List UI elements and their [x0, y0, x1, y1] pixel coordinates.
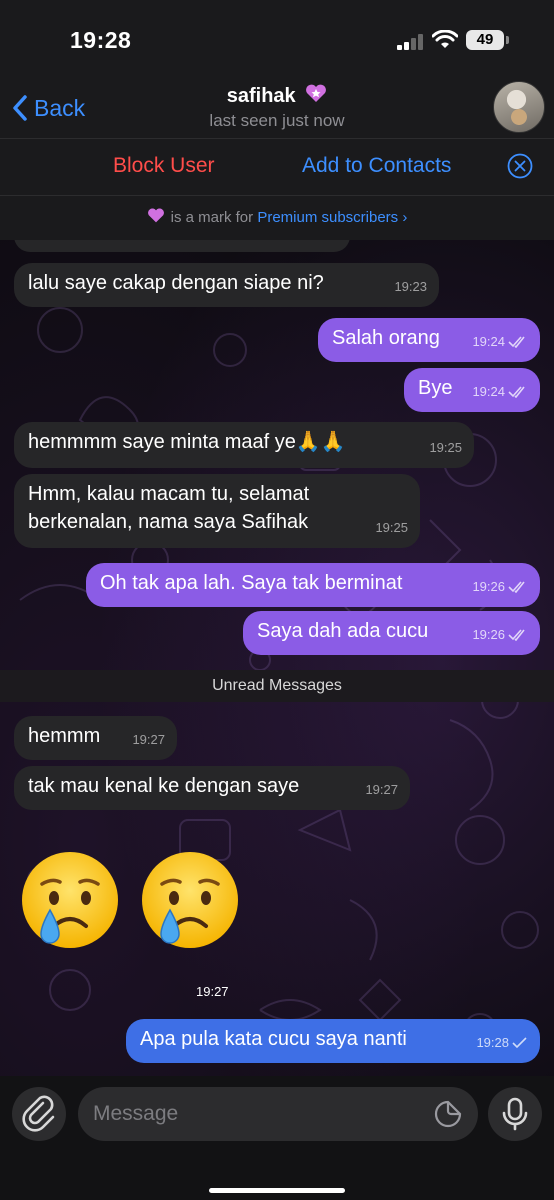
message-bubble-outgoing[interactable]: Oh tak apa lah. Saya tak berminat 19:26: [86, 563, 540, 607]
home-indicator: [209, 1188, 345, 1193]
message-text: Hmm, kalau macam tu, selamat: [28, 483, 310, 505]
message-text: hemmmm saye minta maaf ye🙏🙏: [28, 431, 346, 453]
premium-subscribers-link[interactable]: Premium subscribers: [257, 209, 398, 226]
message-bubble-incoming[interactable]: tak mau kenal ke dengan saye 19:27: [14, 766, 410, 810]
message-bubble-outgoing[interactable]: Salah orang 19:24: [318, 318, 540, 362]
status-time: 19:28: [70, 27, 132, 53]
message-time: 19:27: [365, 782, 398, 797]
message-text: Bye: [418, 377, 453, 399]
block-user-button[interactable]: Block User: [113, 154, 215, 178]
microphone-button[interactable]: [488, 1087, 542, 1141]
status-bar: 19:28 49: [0, 0, 554, 80]
message-bubble-outgoing[interactable]: Bye 19:24: [404, 368, 540, 412]
close-circle-icon[interactable]: [507, 153, 533, 179]
cellular-signal-icon: [397, 34, 425, 50]
message-bubble-incoming[interactable]: hemmm 19:27: [14, 716, 177, 760]
last-seen-status: last seen just now: [209, 111, 345, 130]
message-text: Oh tak apa lah. Saya tak berminat: [100, 572, 403, 594]
message-time: 19:24: [472, 378, 528, 406]
message-text: lalu saye cakap dengan siape ni?: [28, 272, 324, 294]
message-time: 19:28: [476, 1029, 528, 1057]
premium-heart-icon: [147, 208, 164, 223]
double-check-icon: [508, 581, 525, 593]
message-bubble-outgoing[interactable]: Apa pula kata cucu saya nanti 19:28: [126, 1019, 540, 1063]
message-bubble-incoming[interactable]: Hmm, kalau macam tu, selamat berkenalan,…: [14, 474, 420, 548]
premium-notice: is a mark for Premium subscribers ›: [0, 195, 554, 240]
battery-indicator: 49: [466, 30, 504, 50]
unread-messages-divider: Unread Messages: [0, 670, 554, 702]
double-check-icon: [508, 336, 525, 348]
microphone-icon: [502, 1097, 528, 1131]
double-check-icon: [508, 386, 525, 398]
message-text: Saya dah ada cucu: [257, 620, 429, 642]
paperclip-icon: [22, 1095, 55, 1132]
message-time: 19:24: [472, 328, 528, 356]
add-to-contacts-button[interactable]: Add to Contacts: [302, 154, 451, 178]
chat-header: Back safihak last seen just now: [0, 80, 554, 138]
message-time: 19:26: [472, 621, 528, 649]
premium-heart-icon: [306, 84, 327, 102]
message-time: 19:25: [375, 520, 408, 535]
message-composer: [0, 1076, 554, 1200]
message-time: 19:26: [472, 573, 528, 601]
message-bubble-incoming[interactable]: hemmmm saye minta maaf ye🙏🙏 19:25: [14, 422, 474, 468]
premium-notice-text: is a mark for: [170, 209, 254, 226]
message-text: Apa pula kata cucu saya nanti: [140, 1028, 407, 1050]
chat-title[interactable]: safihak: [0, 84, 554, 108]
message-time: 19:23: [394, 279, 427, 294]
contact-name: safihak: [226, 85, 296, 107]
double-check-icon: [508, 629, 525, 641]
crying-face-icon[interactable]: [20, 850, 120, 950]
message-bubble-incoming[interactable]: lalu saye cakap dengan siape ni? 19:23: [14, 263, 439, 307]
wifi-icon: [432, 30, 458, 48]
message-time: 19:27: [132, 732, 165, 747]
contact-action-bar: Block User Add to Contacts: [0, 138, 554, 195]
message-time: 19:27: [196, 984, 229, 999]
sticker-icon[interactable]: [434, 1100, 462, 1128]
message-text: hemmm: [28, 725, 101, 747]
battery-tip: [506, 36, 509, 44]
single-check-icon: [512, 1037, 527, 1049]
message-text: tak mau kenal ke dengan saye: [28, 775, 300, 797]
message-input[interactable]: [78, 1087, 478, 1141]
message-text: Salah orang: [332, 327, 440, 349]
message-time: 19:25: [429, 440, 462, 455]
attach-button[interactable]: [12, 1087, 66, 1141]
message-bubble-outgoing[interactable]: Saya dah ada cucu 19:26: [243, 611, 540, 655]
avatar[interactable]: [493, 81, 545, 133]
chevron-right-icon[interactable]: ›: [402, 209, 407, 226]
crying-face-icon[interactable]: [140, 850, 240, 950]
message-text-line2: berkenalan, nama saya Safihak: [28, 511, 309, 533]
